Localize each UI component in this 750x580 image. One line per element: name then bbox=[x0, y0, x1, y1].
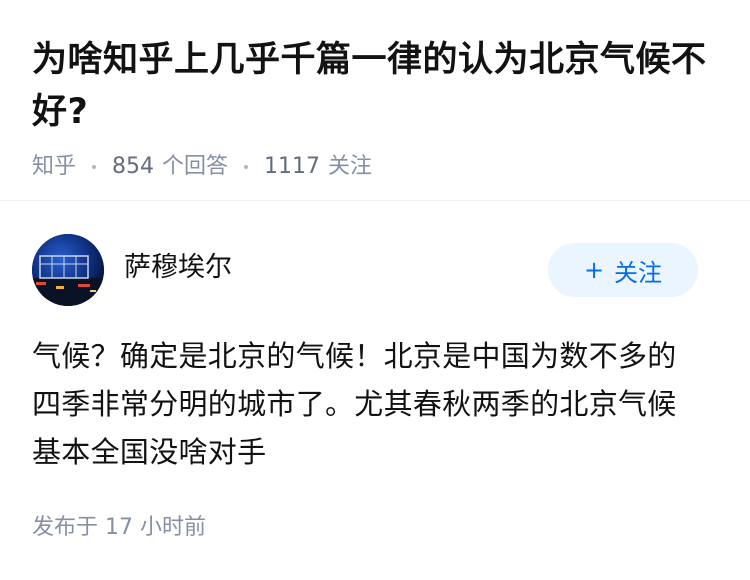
follower-count: 1117 bbox=[264, 154, 321, 179]
author-name[interactable]: 萨穆埃尔 bbox=[124, 250, 232, 286]
meta-separator-dot bbox=[92, 165, 97, 169]
source-label[interactable]: 知乎 bbox=[32, 152, 76, 182]
question-meta: 知乎 854 个回答 1117 关注 bbox=[32, 152, 722, 182]
question-title[interactable]: 为啥知乎上几乎千篇一律的认为北京气候不好? bbox=[32, 34, 722, 138]
answer-content[interactable]: 气候？确定是北京的气候！北京是中国为数不多的四季非常分明的城市了。尤其春秋两季的… bbox=[32, 332, 702, 476]
follow-button[interactable]: + 关注 bbox=[548, 243, 698, 297]
question-header: 为啥知乎上几乎千篇一律的认为北京气候不好? 知乎 854 个回答 1117 关注 bbox=[32, 34, 722, 182]
section-divider bbox=[0, 200, 750, 201]
follow-button-label: 关注 bbox=[614, 258, 663, 287]
meta-separator-dot bbox=[244, 165, 249, 169]
answer-count-label: 个回答 bbox=[162, 154, 229, 179]
publish-time: 发布于 17 小时前 bbox=[32, 515, 206, 540]
avatar[interactable] bbox=[32, 234, 104, 306]
follower-count-label: 关注 bbox=[328, 154, 373, 179]
answer-count: 854 bbox=[112, 154, 155, 179]
plus-icon: + bbox=[583, 256, 605, 284]
avatar-image bbox=[32, 234, 104, 306]
author-row: 萨穆埃尔 + 关注 bbox=[32, 234, 698, 306]
